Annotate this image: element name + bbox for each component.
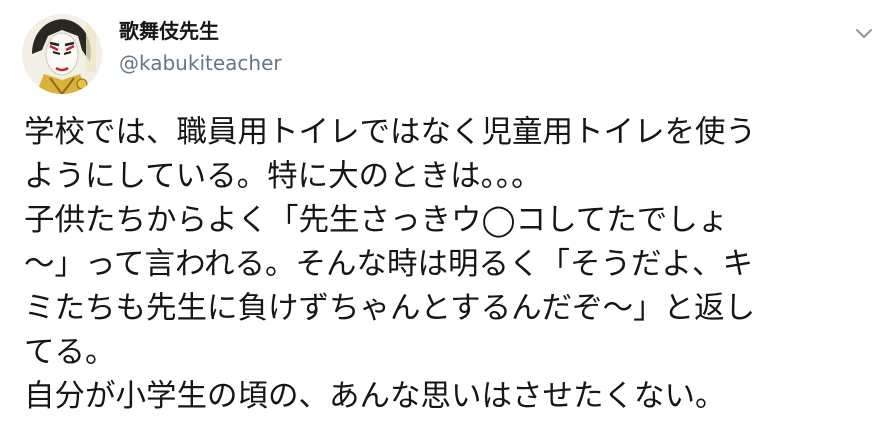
display-name[interactable]: 歌舞伎先生 <box>119 17 282 45</box>
tweet-text-line: ようにしている。特に大のときは。。。 <box>24 159 542 194</box>
tweet-text-line: 子供たちからよく「先生さっきウ◯コしてたでしょ <box>24 203 729 238</box>
tweet-text: 学校では、職員用トイレではなく児童用トイレを使う ようにしている。特に大のときは… <box>24 111 884 419</box>
username-handle[interactable]: @kabukiteacher <box>119 49 282 77</box>
tweet-card: 歌舞伎先生 @kabukiteacher 学校では、職員用トイレではなく児童用ト… <box>0 0 894 428</box>
tweet-text-line: ミたちも先生に負けずちゃんとするんだぞ〜」と返し <box>24 291 756 326</box>
tweet-text-line: てる。 <box>24 335 116 370</box>
tweet-text-line: 自分が小学生の頃の、あんな思いはさせたくない。 <box>24 379 726 414</box>
kabuki-face-avatar-icon <box>22 14 102 94</box>
chevron-down-icon[interactable] <box>853 26 875 42</box>
tweet-text-line: 〜」って言われる。そんな時は明るく「そうだよ、キ <box>24 247 753 282</box>
user-info: 歌舞伎先生 @kabukiteacher <box>119 17 282 77</box>
tweet-text-line: 学校では、職員用トイレではなく児童用トイレを使う <box>24 115 756 150</box>
avatar[interactable] <box>22 14 102 94</box>
